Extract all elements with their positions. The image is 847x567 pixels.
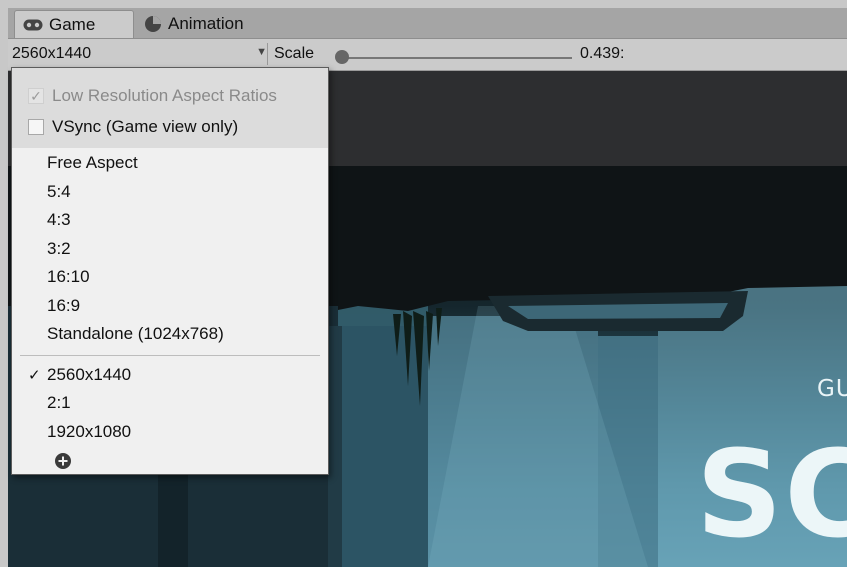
menu-separator xyxy=(20,355,320,356)
add-circle-icon[interactable] xyxy=(55,453,71,469)
menu-item-16-9[interactable]: 16:9 xyxy=(47,295,80,317)
game-title-big: SC xyxy=(696,426,847,565)
scale-value[interactable]: 0.439: xyxy=(580,45,624,63)
gamepad-icon xyxy=(23,19,43,31)
tab-game-label: Game xyxy=(49,14,96,34)
tab-animation-label: Animation xyxy=(168,14,244,33)
low-resolution-aspect-label: Low Resolution Aspect Ratios xyxy=(52,86,277,105)
game-title-small: GU xyxy=(817,376,847,402)
tab-bar: Game Animation xyxy=(8,8,847,39)
scale-slider-thumb[interactable] xyxy=(335,50,349,64)
checkmark-icon: ✓ xyxy=(28,367,41,384)
menu-item-4-3[interactable]: 4:3 xyxy=(47,209,71,231)
resolution-value: 2560x1440 xyxy=(12,45,92,62)
checkbox-checked-icon: ✓ xyxy=(28,88,44,104)
menu-item-2-1[interactable]: 2:1 xyxy=(47,392,71,414)
menu-item-16-10[interactable]: 16:10 xyxy=(47,266,90,288)
scale-label: Scale xyxy=(274,45,315,62)
tab-animation[interactable]: Animation xyxy=(136,10,266,38)
checkbox-unchecked-icon xyxy=(28,119,44,135)
menu-item-1920x1080[interactable]: 1920x1080 xyxy=(47,421,131,443)
menu-item-2560x1440[interactable]: 2560x1440 xyxy=(47,364,131,386)
menu-item-free-aspect[interactable]: Free Aspect xyxy=(47,152,138,174)
menu-item-3-2[interactable]: 3:2 xyxy=(47,238,71,260)
tab-game[interactable]: Game xyxy=(14,10,134,38)
game-window: Game Animation 2560x1440 ▼ Scale 0.439: xyxy=(0,0,847,567)
vsync-toggle[interactable]: VSync (Game view only) xyxy=(28,117,238,137)
dropdown-arrow-icon: ▼ xyxy=(256,46,267,58)
clock-icon xyxy=(144,15,162,33)
toolbar-divider xyxy=(267,43,268,65)
menu-item-5-4[interactable]: 5:4 xyxy=(47,181,71,203)
menu-item-standalone[interactable]: Standalone (1024x768) xyxy=(47,323,224,345)
low-resolution-aspect-toggle[interactable]: ✓ Low Resolution Aspect Ratios xyxy=(28,86,277,106)
aspect-ratio-menu: ✓ Low Resolution Aspect Ratios VSync (Ga… xyxy=(11,67,329,475)
scale-slider-track[interactable] xyxy=(344,57,572,59)
vsync-label: VSync (Game view only) xyxy=(52,117,239,136)
resolution-dropdown[interactable]: 2560x1440 ▼ xyxy=(12,42,267,66)
